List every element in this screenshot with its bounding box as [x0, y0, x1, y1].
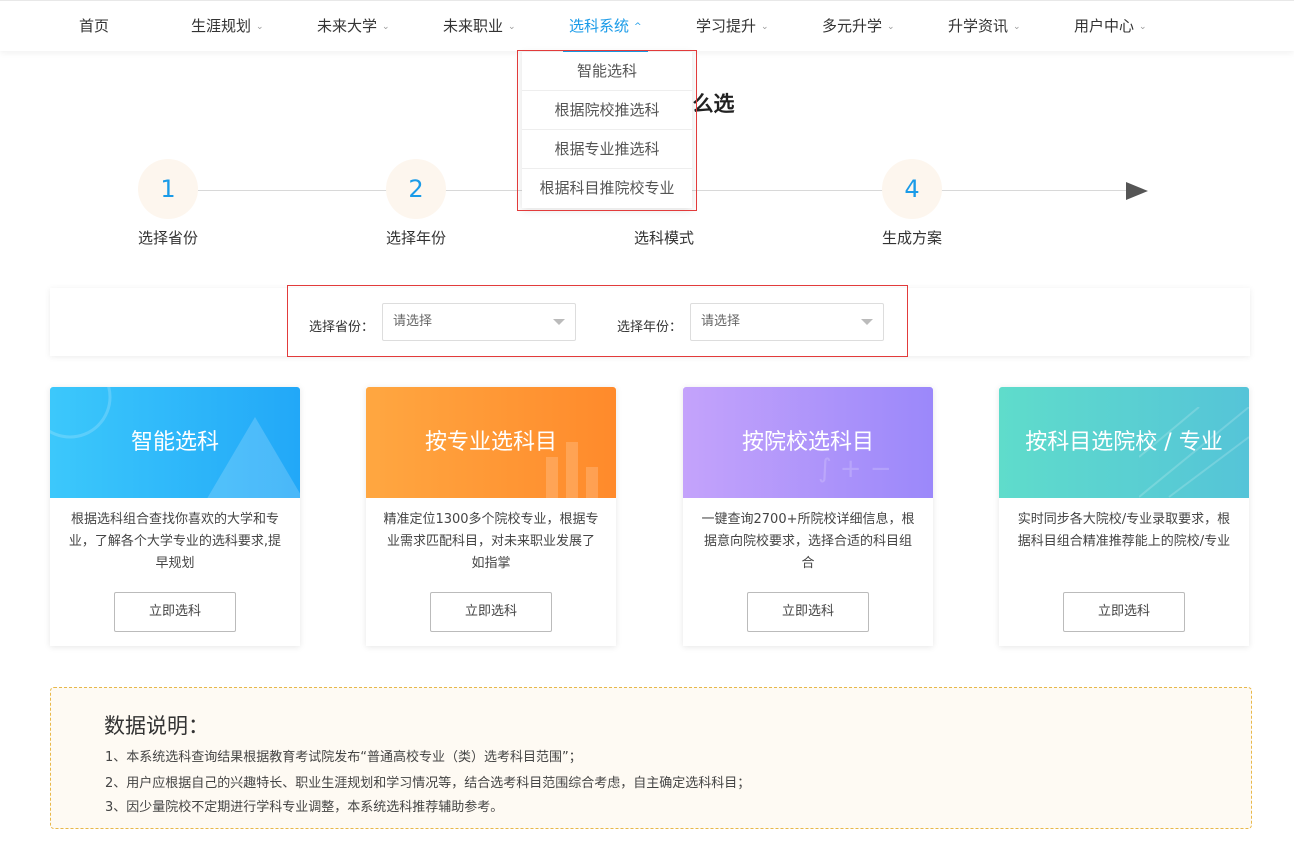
year-label: 选择年份：	[617, 320, 683, 335]
card-description: 一键查询2700+所院校详细信息，根据意向院校要求，选择合适的科目组合	[701, 512, 915, 571]
step-circle-1: 1	[138, 159, 198, 219]
page-title-text: 么选	[692, 92, 735, 116]
menu-item-by-subject[interactable]: 根据科目推院校专业	[522, 169, 692, 208]
caret-down-icon	[861, 319, 873, 325]
card-description: 实时同步各大院校/专业录取要求，根据科目组合精准推荐能上的院校/专业	[1017, 512, 1231, 549]
card-header: 按科目选院校 / 专业	[999, 387, 1249, 498]
card-by-university: ∫ + − 按院校选科目 一键查询2700+所院校详细信息，根据意向院校要求，选…	[683, 387, 933, 646]
nav-item-label: 选科系统	[569, 17, 630, 35]
arrow-right-icon	[1126, 182, 1148, 200]
menu-item-by-major[interactable]: 根据专业推选科	[522, 130, 692, 169]
data-notes-box: 数据说明： 1、本系统选科查询结果根据教育考试院发布“普通高校专业（类）选考科目…	[50, 687, 1252, 829]
province-select-value: 请选择	[393, 314, 433, 329]
card-title: 按院校选科目	[741, 430, 874, 455]
menu-item-by-university[interactable]: 根据院校推选科	[522, 91, 692, 130]
select-now-button[interactable]: 立即选科	[430, 592, 552, 632]
card-title: 按专业选科目	[424, 430, 557, 455]
card-smart-selection: 智能选科 根据选科组合查找你喜欢的大学和专业，了解各个大学专业的选科要求,提早规…	[50, 387, 300, 646]
nav-item-label: 学习提升	[696, 17, 757, 35]
caret-down-icon	[553, 319, 565, 325]
notes-line: 2、用户应根据自己的兴趣特长、职业生涯规划和学习情况等，结合选考科目范围综合考虑…	[105, 776, 751, 791]
chevron-down-icon: ⌄	[761, 22, 769, 32]
top-nav: 首页 生涯规划 ⌄ 未来大学 ⌄ 未来职业 ⌄ 选科系统 ^ 学习提升 ⌄ 多元升学 ⌄ 升…	[0, 0, 1294, 52]
year-select[interactable]: 请选择	[690, 303, 884, 341]
card-header: 按专业选科目	[366, 387, 616, 498]
card-description: 精准定位1300多个院校专业，根据专业需求匹配科目，对未来职业发展了如指掌	[383, 512, 599, 571]
notes-title: 数据说明：	[104, 714, 209, 738]
nav-item-label: 未来职业	[443, 17, 504, 35]
select-now-button[interactable]: 立即选科	[114, 592, 236, 632]
nav-item-label: 首页	[79, 17, 110, 35]
nav-item-study-improvement[interactable]: 学习提升 ⌄	[696, 1, 769, 52]
step-label-1: 选择省份	[138, 229, 199, 247]
nav-item-future-career[interactable]: 未来职业 ⌄	[443, 1, 516, 52]
card-title: 智能选科	[130, 430, 219, 455]
card-title: 按科目选院校 / 专业	[1025, 430, 1223, 455]
step-label-2: 选择年份	[386, 229, 447, 247]
menu-item-smart-selection[interactable]: 智能选科	[522, 52, 692, 91]
step-label-4: 生成方案	[882, 229, 943, 247]
nav-item-label: 多元升学	[822, 17, 883, 35]
nav-item-label: 生涯规划	[191, 17, 252, 35]
notes-line: 3、因少量院校不定期进行学科专业调整，本系统选科推荐辅助参考。	[105, 800, 504, 815]
nav-item-subject-selection[interactable]: 选科系统 ^	[563, 1, 648, 52]
notes-line: 1、本系统选科查询结果根据教育考试院发布“普通高校专业（类）选考科目范围”；	[105, 750, 582, 765]
nav-item-admission-news[interactable]: 升学资讯 ⌄	[948, 1, 1021, 52]
select-now-button[interactable]: 立即选科	[1063, 592, 1185, 632]
card-description: 根据选科组合查找你喜欢的大学和专业，了解各个大学专业的选科要求,提早规划	[68, 512, 282, 571]
subject-selection-dropdown-menu: 智能选科 根据院校推选科 根据专业推选科 根据科目推院校专业	[522, 52, 692, 208]
card-header: 智能选科	[50, 387, 300, 498]
card-header: ∫ + − 按院校选科目	[683, 387, 933, 498]
nav-item-user-center[interactable]: 用户中心 ⌄	[1074, 1, 1147, 52]
select-now-button[interactable]: 立即选科	[747, 592, 869, 632]
nav-item-home[interactable]: 首页	[79, 1, 109, 52]
year-select-value: 请选择	[701, 314, 741, 329]
chevron-down-icon: ⌄	[1013, 22, 1021, 32]
nav-item-career-planning[interactable]: 生涯规划 ⌄	[191, 1, 264, 52]
chevron-down-icon: ⌄	[887, 22, 895, 32]
province-select[interactable]: 请选择	[382, 303, 576, 341]
nav-item-diverse-admission[interactable]: 多元升学 ⌄	[822, 1, 895, 52]
nav-item-label: 未来大学	[317, 17, 378, 35]
step-circle-2: 2	[386, 159, 446, 219]
card-by-subject: 按科目选院校 / 专业 实时同步各大院校/专业录取要求，根据科目组合精准推荐能上…	[999, 387, 1249, 646]
card-by-major: 按专业选科目 精准定位1300多个院校专业，根据专业需求匹配科目，对未来职业发展…	[366, 387, 616, 646]
chevron-up-icon: ^	[634, 22, 642, 32]
nav-item-future-university[interactable]: 未来大学 ⌄	[317, 1, 390, 52]
nav-item-label: 升学资讯	[948, 17, 1009, 35]
nav-item-label: 用户中心	[1074, 17, 1135, 35]
chevron-down-icon: ⌄	[256, 22, 264, 32]
chevron-down-icon: ⌄	[508, 22, 516, 32]
chevron-down-icon: ⌄	[382, 22, 390, 32]
step-label-3: 选科模式	[634, 229, 695, 247]
step-circle-4: 4	[882, 159, 942, 219]
chevron-down-icon: ⌄	[1139, 22, 1147, 32]
province-label: 选择省份：	[309, 320, 375, 335]
